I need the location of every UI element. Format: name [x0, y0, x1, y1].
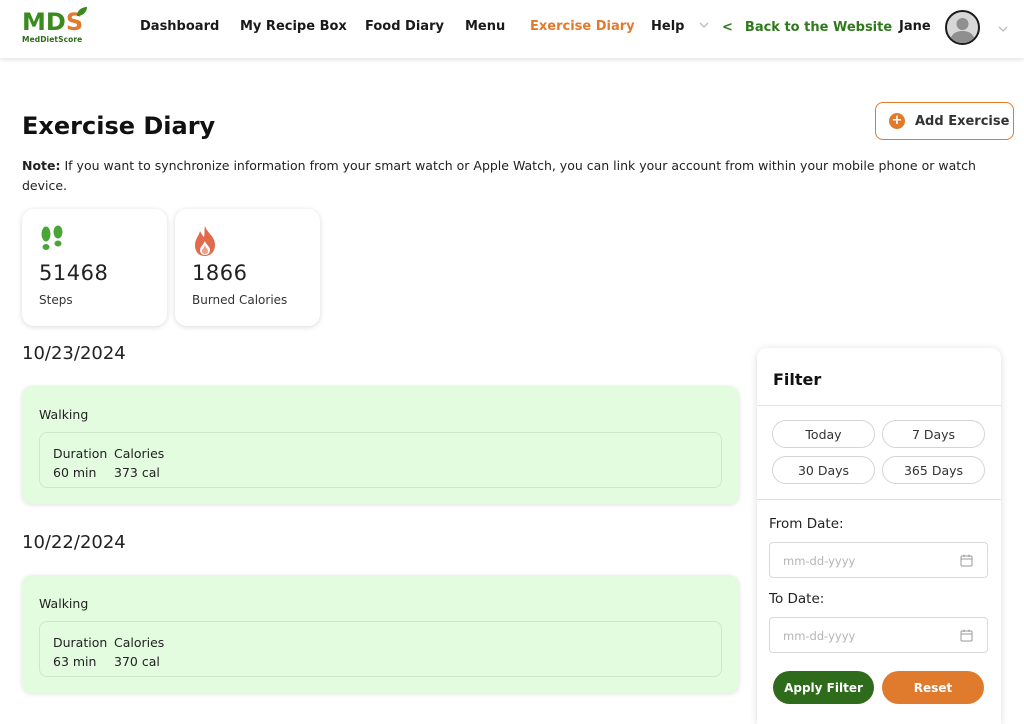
note-label: Note:	[22, 158, 61, 173]
to-date-label: To Date:	[769, 591, 825, 607]
divider	[757, 499, 1001, 500]
nav-help[interactable]: Help	[651, 19, 684, 34]
exercise-entry-card[interactable]: Walking Duration 63 min Calories 370 cal	[22, 575, 739, 693]
user-menu-chevron-down-icon[interactable]	[998, 24, 1008, 34]
exercise-name: Walking	[39, 407, 89, 422]
range-30-days-button[interactable]: 30 Days	[772, 456, 875, 484]
top-navigation-bar: MDS MedDietScore Dashboard My Recipe Box…	[0, 0, 1024, 58]
calories-value: 370 cal	[114, 654, 160, 669]
back-to-website-link[interactable]: < Back to the Website	[722, 20, 892, 35]
help-chevron-down-icon[interactable]	[699, 20, 709, 30]
entry-date-heading: 10/23/2024	[22, 343, 126, 364]
back-arrow-icon: <	[722, 20, 733, 35]
exercise-details: Duration 60 min Calories 373 cal	[39, 432, 722, 488]
calories-value: 373 cal	[114, 465, 160, 480]
duration-label: Duration	[53, 446, 108, 461]
calories-label: Calories	[114, 635, 165, 650]
calories-label: Calories	[114, 446, 165, 461]
duration-label: Duration	[53, 635, 108, 650]
reset-filter-button[interactable]: Reset	[882, 671, 984, 704]
footprints-icon	[41, 225, 63, 250]
burned-calories-card: 1866 Burned Calories	[175, 209, 320, 326]
from-date-label: From Date:	[769, 516, 844, 532]
avatar[interactable]	[945, 10, 980, 45]
calendar-icon[interactable]	[960, 554, 973, 567]
nav-dashboard[interactable]: Dashboard	[140, 19, 219, 34]
calendar-icon[interactable]	[960, 629, 973, 642]
to-date-placeholder: mm-dd-yyyy	[783, 629, 856, 643]
range-7-days-button[interactable]: 7 Days	[882, 420, 985, 448]
duration-column: Duration 60 min	[53, 444, 107, 482]
calories-column: Calories 373 cal	[114, 444, 164, 482]
back-to-website-label: Back to the Website	[744, 20, 893, 35]
mds-logo[interactable]: MDS MedDietScore	[22, 7, 88, 49]
exercise-name: Walking	[39, 596, 89, 611]
filter-panel: Filter Today 7 Days 30 Days 365 Days Fro…	[757, 348, 1001, 724]
calories-caption: Burned Calories	[192, 293, 288, 307]
user-name[interactable]: Jane	[899, 19, 931, 34]
exercise-details: Duration 63 min Calories 370 cal	[39, 621, 722, 677]
divider	[757, 405, 1001, 406]
nav-exercise-diary[interactable]: Exercise Diary	[530, 19, 635, 34]
range-365-days-button[interactable]: 365 Days	[882, 456, 985, 484]
exercise-entry-card[interactable]: Walking Duration 60 min Calories 373 cal	[22, 386, 739, 504]
flame-icon	[195, 226, 215, 256]
add-exercise-label: Add Exercise	[915, 113, 1010, 129]
steps-caption: Steps	[39, 293, 73, 307]
apply-filter-button[interactable]: Apply Filter	[773, 671, 874, 704]
calories-column: Calories 370 cal	[114, 633, 164, 671]
add-exercise-button[interactable]: + Add Exercise	[875, 102, 1014, 140]
steps-value: 51468	[39, 261, 109, 285]
user-silhouette-icon	[950, 18, 975, 43]
from-date-input[interactable]: mm-dd-yyyy	[769, 542, 988, 578]
duration-value: 60 min	[53, 465, 97, 480]
plus-icon: +	[889, 113, 905, 129]
page-title: Exercise Diary	[22, 112, 216, 140]
note-text: If you want to synchronize information f…	[22, 158, 976, 193]
nav-my-recipe-box[interactable]: My Recipe Box	[240, 19, 347, 34]
from-date-placeholder: mm-dd-yyyy	[783, 554, 856, 568]
entry-date-heading: 10/22/2024	[22, 532, 126, 553]
calories-value: 1866	[192, 261, 248, 285]
filter-title: Filter	[773, 370, 822, 389]
range-today-button[interactable]: Today	[772, 420, 875, 448]
logo-subtitle: MedDietScore	[22, 35, 83, 44]
to-date-input[interactable]: mm-dd-yyyy	[769, 617, 988, 653]
steps-card: 51468 Steps	[22, 209, 167, 326]
sync-note: Note: If you want to synchronize informa…	[22, 156, 1012, 196]
duration-column: Duration 63 min	[53, 633, 107, 671]
nav-food-diary[interactable]: Food Diary	[365, 19, 444, 34]
leaf-icon	[77, 7, 87, 16]
nav-menu[interactable]: Menu	[465, 19, 505, 34]
duration-value: 63 min	[53, 654, 97, 669]
